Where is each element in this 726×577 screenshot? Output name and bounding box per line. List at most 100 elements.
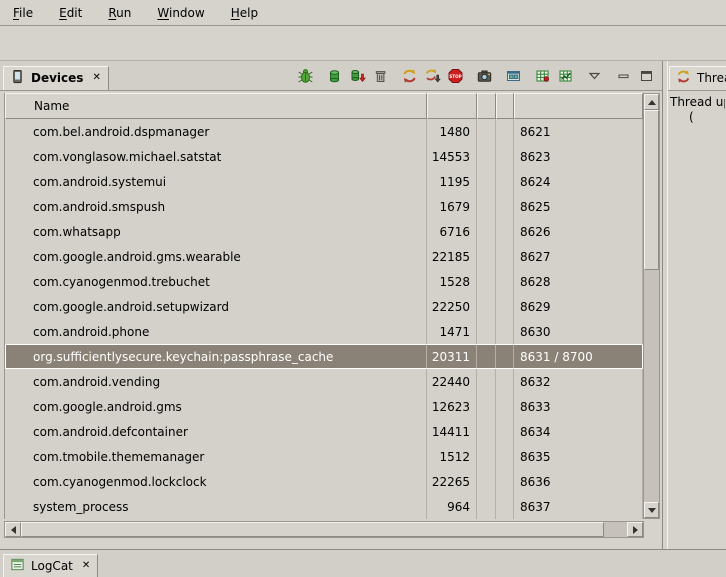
toolbar-group (612, 66, 657, 86)
scroll-up-button[interactable] (644, 94, 659, 110)
device-icon (10, 69, 25, 87)
process-pid: 12623 (427, 394, 477, 419)
vertical-scrollbar[interactable] (643, 93, 660, 519)
stop-process-icon[interactable]: STOP (444, 66, 466, 86)
tab-logcat-label: LogCat (30, 559, 74, 573)
tab-threads[interactable]: Threads ✕ (669, 66, 726, 90)
close-icon[interactable]: ✕ (82, 561, 90, 571)
process-pid: 20311 (427, 344, 477, 369)
table-row[interactable]: com.tmobile.thememanager15128635 (5, 444, 643, 469)
method-profiling-icon[interactable] (531, 66, 553, 86)
column-header-blank[interactable] (496, 93, 514, 119)
process-port: 8634 (514, 419, 643, 444)
table-row[interactable]: com.vonglasow.michael.satstat145538623 (5, 144, 643, 169)
threads-tabbar: Threads ✕ (668, 61, 726, 91)
process-pid: 14553 (427, 144, 477, 169)
logcat-bar: LogCat ✕ (0, 549, 726, 577)
close-icon[interactable]: ✕ (92, 73, 100, 83)
cell-blank (496, 369, 514, 394)
horizontal-scrollbar[interactable] (4, 521, 644, 538)
cell-blank (477, 419, 496, 444)
scroll-right-button[interactable] (627, 522, 643, 537)
table-row[interactable]: com.whatsapp67168626 (5, 219, 643, 244)
capture-video-icon[interactable] (502, 66, 524, 86)
toolbar-group (531, 66, 576, 86)
column-header-blank[interactable] (477, 93, 496, 119)
dump-threads-icon[interactable] (421, 66, 443, 86)
table-row[interactable]: com.bel.android.dspmanager14808621 (5, 119, 643, 144)
vertical-scroll-thumb[interactable] (644, 110, 659, 270)
process-pid: 1471 (427, 319, 477, 344)
cell-blank (477, 369, 496, 394)
view-menu-icon[interactable] (583, 66, 605, 86)
process-port: 8624 (514, 169, 643, 194)
maximize-icon[interactable] (635, 66, 657, 86)
table-row[interactable]: com.cyanogenmod.lockclock222658636 (5, 469, 643, 494)
menu-help[interactable]: Help (230, 4, 259, 22)
process-name: com.android.smspush (5, 194, 427, 219)
table-row[interactable]: com.android.phone14718630 (5, 319, 643, 344)
table-row[interactable]: com.android.systemui11958624 (5, 169, 643, 194)
table-row[interactable]: com.android.smspush16798625 (5, 194, 643, 219)
vertical-scroll-trough[interactable] (644, 270, 659, 502)
ddms-window: File Edit Run Window Help Devices ✕ STOP (0, 0, 726, 577)
table-row[interactable]: com.google.android.gms.wearable221858627 (5, 244, 643, 269)
update-heap-icon[interactable] (323, 66, 345, 86)
scroll-right-icon (633, 526, 638, 534)
column-header-name[interactable]: Name (5, 93, 427, 119)
process-port: 8637 (514, 494, 643, 519)
process-name: com.cyanogenmod.trebuchet (5, 269, 427, 294)
toolbar-group: STOP (398, 66, 466, 86)
process-name: com.bel.android.dspmanager (5, 119, 427, 144)
toolbar-group (323, 66, 391, 86)
menu-window[interactable]: Window (156, 4, 205, 22)
scroll-left-button[interactable] (5, 522, 21, 537)
column-header-port[interactable] (514, 93, 643, 119)
table-row[interactable]: com.android.vending224408632 (5, 369, 643, 394)
cell-blank (496, 169, 514, 194)
process-pid: 6716 (427, 219, 477, 244)
cell-blank (477, 269, 496, 294)
scroll-up-icon (648, 100, 656, 105)
menu-run[interactable]: Run (107, 4, 132, 22)
menu-edit[interactable]: Edit (58, 4, 83, 22)
cell-blank (477, 394, 496, 419)
minimize-icon[interactable] (612, 66, 634, 86)
process-name: com.android.phone (5, 319, 427, 344)
table-row[interactable]: com.google.android.gms126238633 (5, 394, 643, 419)
tab-devices[interactable]: Devices ✕ (3, 66, 109, 90)
table-row[interactable]: org.sufficientlysecure.keychain:passphra… (5, 344, 643, 369)
tab-logcat[interactable]: LogCat ✕ (3, 554, 98, 577)
cell-blank (496, 269, 514, 294)
scroll-down-button[interactable] (644, 502, 659, 518)
process-name: com.google.android.gms (5, 394, 427, 419)
menu-file[interactable]: File (12, 4, 34, 22)
update-threads-icon[interactable] (398, 66, 420, 86)
horizontal-scroll-thumb[interactable] (21, 522, 604, 537)
toolbar-group (502, 66, 524, 86)
cell-blank (477, 494, 496, 519)
table-row[interactable]: com.google.android.setupwizard222508629 (5, 294, 643, 319)
process-pid: 22185 (427, 244, 477, 269)
devices-view: Devices ✕ STOP Name com.bel.android.dspm… (0, 61, 663, 549)
cell-blank (477, 169, 496, 194)
process-table-body: com.bel.android.dspmanager14808621com.vo… (5, 119, 643, 519)
process-name: com.google.android.gms.wearable (5, 244, 427, 269)
gc-trash-icon[interactable] (369, 66, 391, 86)
toolbar-group (583, 66, 605, 86)
toolbar-group (473, 66, 495, 86)
column-header-pid[interactable] (427, 93, 477, 119)
process-port: 8635 (514, 444, 643, 469)
screen-capture-icon[interactable] (473, 66, 495, 86)
method-profiling-options-icon[interactable] (554, 66, 576, 86)
debug-bug-icon[interactable] (294, 66, 316, 86)
process-port: 8628 (514, 269, 643, 294)
table-row[interactable]: system_process9648637 (5, 494, 643, 519)
threads-message-line1: Thread up (670, 95, 725, 109)
horizontal-scroll-trough[interactable] (604, 522, 627, 537)
process-port: 8629 (514, 294, 643, 319)
table-row[interactable]: com.android.defcontainer144118634 (5, 419, 643, 444)
table-header: Name (5, 93, 643, 119)
table-row[interactable]: com.cyanogenmod.trebuchet15288628 (5, 269, 643, 294)
dump-hprof-icon[interactable] (346, 66, 368, 86)
